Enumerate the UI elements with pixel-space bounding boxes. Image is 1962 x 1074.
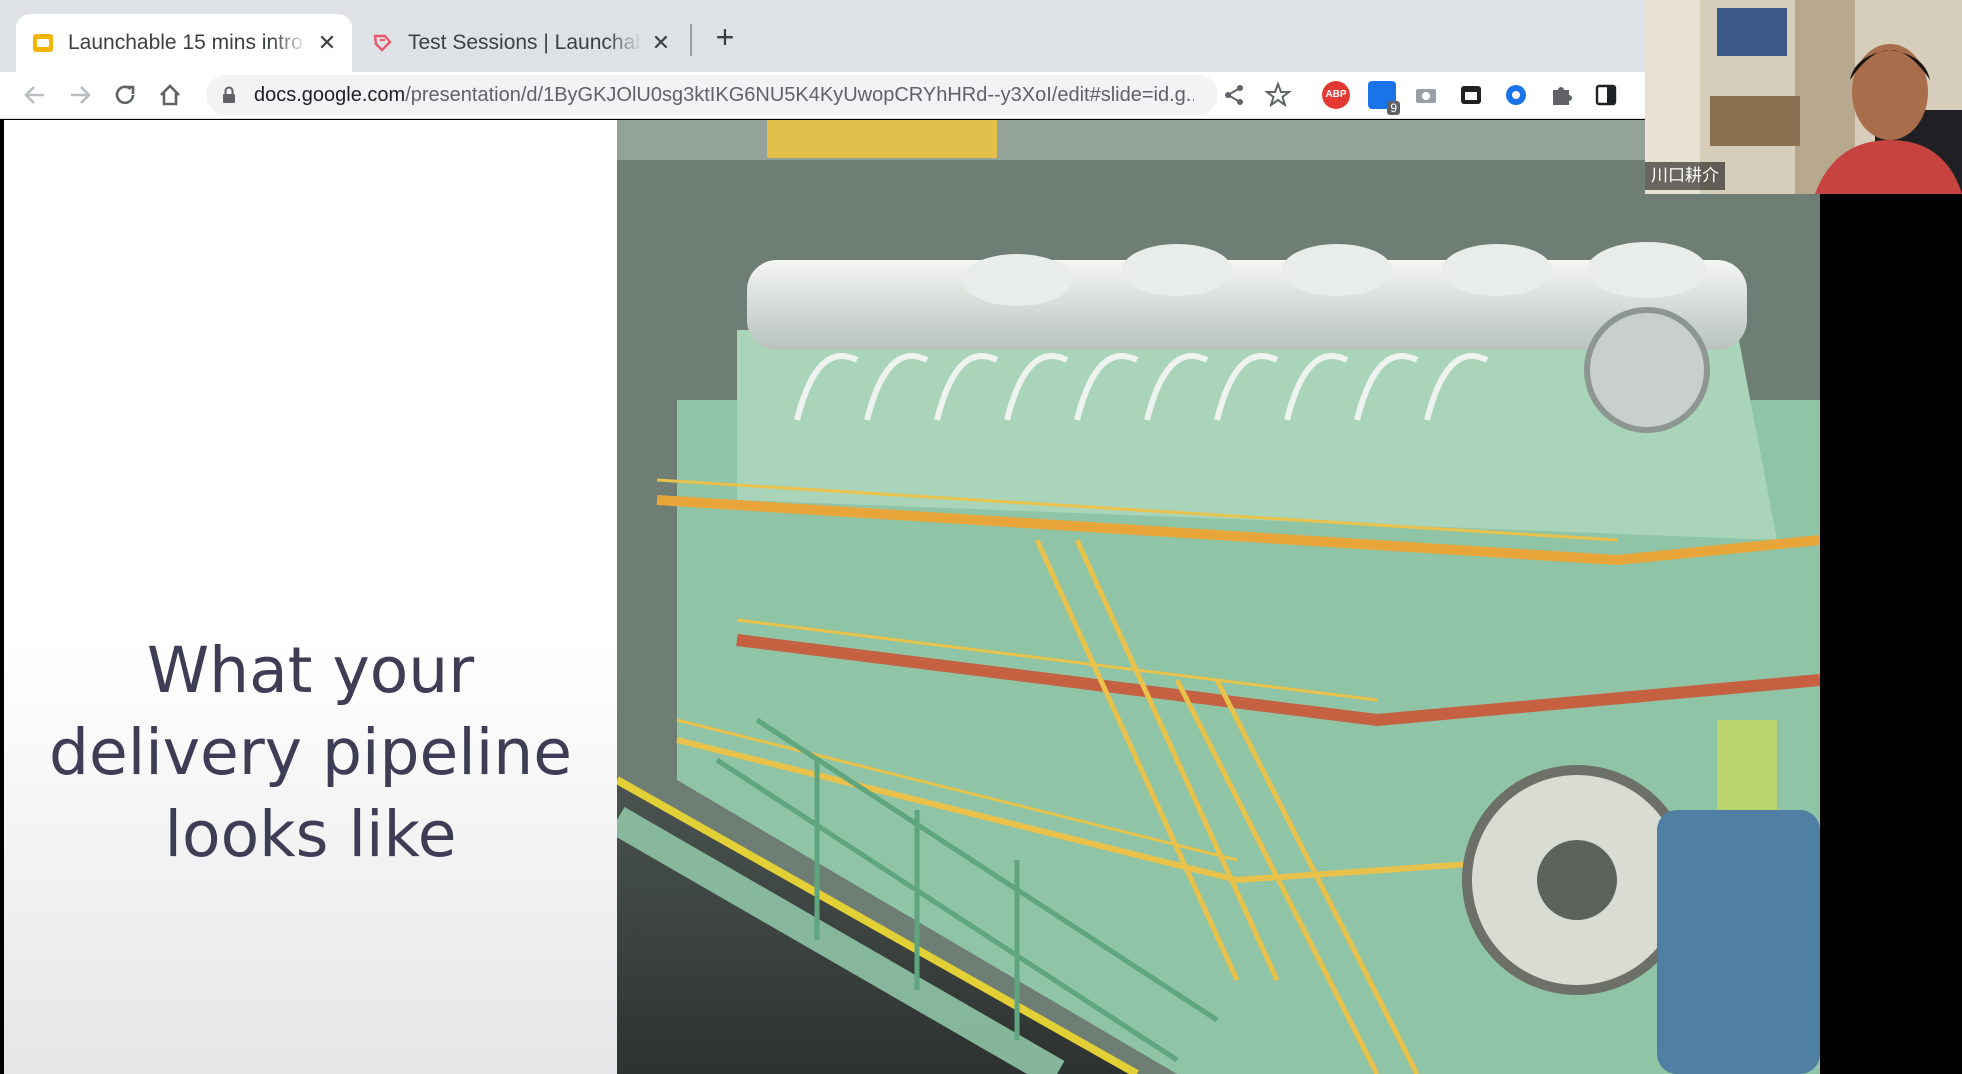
reload-button[interactable] <box>106 76 144 114</box>
back-button[interactable] <box>16 76 54 114</box>
extension-icon[interactable] <box>1457 81 1485 109</box>
tab-counter-icon[interactable]: 9 <box>1368 81 1400 115</box>
url-text: docs.google.com/presentation/d/1ByGKJOlU… <box>254 84 1194 107</box>
close-tab-icon[interactable]: ✕ <box>650 32 672 54</box>
home-button[interactable] <box>151 76 189 114</box>
browser-toolbar: docs.google.com/presentation/d/1ByGKJOlU… <box>0 72 1645 119</box>
side-panel-icon[interactable] <box>1592 81 1620 109</box>
close-tab-icon[interactable]: ✕ <box>316 32 338 54</box>
address-bar[interactable]: docs.google.com/presentation/d/1ByGKJOlU… <box>206 75 1218 115</box>
forward-button[interactable] <box>61 76 99 114</box>
tab-title: Test Sessions | Launchable <box>408 31 642 54</box>
reload-icon <box>115 85 135 105</box>
ship-engine-photo <box>617 120 1820 1074</box>
tab-launchable-intro[interactable]: Launchable 15 mins intro ✕ <box>16 14 352 72</box>
new-tab-button[interactable]: + <box>708 20 742 54</box>
tab-separator <box>690 24 692 56</box>
share-icon[interactable] <box>1220 81 1248 109</box>
tab-test-sessions[interactable]: Test Sessions | Launchable ✕ <box>356 14 686 72</box>
extension-badge: 9 <box>1387 101 1400 115</box>
puzzle-icon[interactable] <box>1547 81 1575 109</box>
star-icon[interactable] <box>1264 81 1292 109</box>
tab-title: Launchable 15 mins intro <box>68 31 303 54</box>
webcam-overlay: 川口耕介 <box>1645 0 1962 194</box>
lock-icon[interactable] <box>218 84 240 106</box>
adblock-icon[interactable]: ABP <box>1322 81 1350 109</box>
slide-text-panel: What your delivery pipeline looks like <box>4 120 617 1074</box>
circle-extension-icon[interactable] <box>1502 81 1530 109</box>
slide-title: What your delivery pipeline looks like <box>49 634 572 871</box>
participant-name: 川口耕介 <box>1645 162 1725 190</box>
google-slides-icon <box>33 34 53 52</box>
launchable-icon <box>373 34 392 52</box>
back-arrow-icon <box>24 86 44 104</box>
forward-arrow-icon <box>71 86 91 104</box>
home-icon <box>160 84 180 106</box>
tab-strip: Launchable 15 mins intro ✕ Test Sessions… <box>0 0 1645 72</box>
url-domain: docs.google.com <box>254 83 406 106</box>
camera-icon[interactable] <box>1412 81 1440 109</box>
url-path: /presentation/d/1ByGKJOlU0sg3ktIKG6NU5K4… <box>405 83 1194 106</box>
